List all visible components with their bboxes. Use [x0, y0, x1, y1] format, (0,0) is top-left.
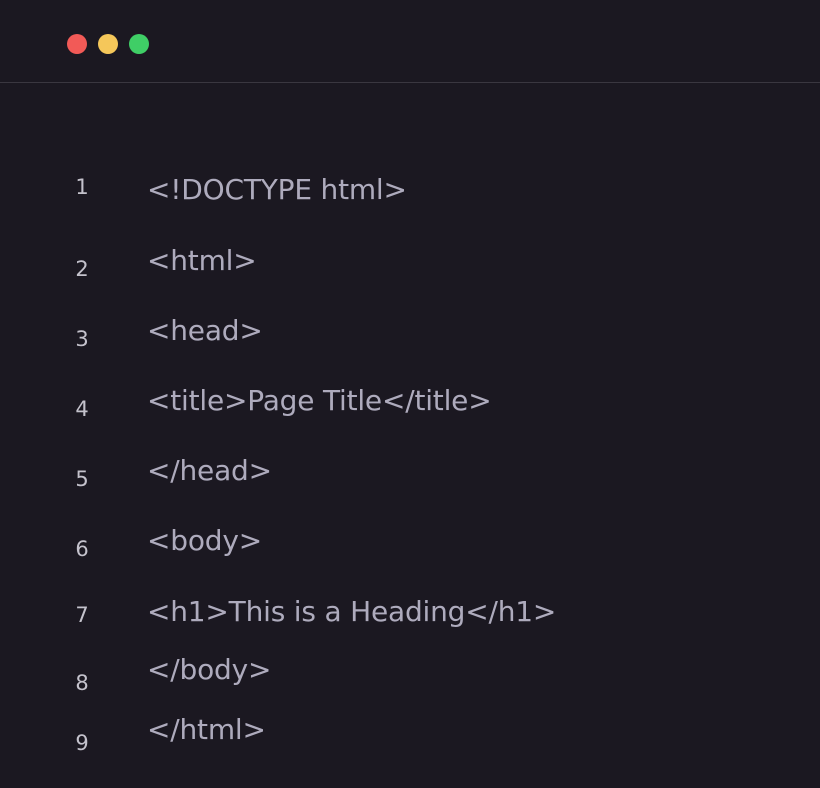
- line-number: 8: [75, 671, 89, 695]
- code-line[interactable]: <head>: [147, 314, 263, 348]
- code-line[interactable]: <h1>This is a Heading</h1>: [147, 595, 556, 629]
- line-number: 7: [75, 603, 89, 627]
- close-window-button[interactable]: [67, 34, 87, 54]
- code-line[interactable]: </head>: [147, 454, 272, 488]
- title-bar: [0, 0, 820, 83]
- minimize-window-button[interactable]: [98, 34, 118, 54]
- line-number: 9: [75, 731, 89, 755]
- line-number: 4: [75, 397, 89, 421]
- line-number: 2: [75, 257, 89, 281]
- line-number: 3: [75, 327, 89, 351]
- code-window: 1 <!DOCTYPE html> 2 <html> 3 <head> 4 <t…: [0, 0, 820, 788]
- line-number: 6: [75, 537, 89, 561]
- code-line[interactable]: </html>: [147, 713, 266, 747]
- code-line[interactable]: <html>: [147, 244, 257, 278]
- maximize-window-button[interactable]: [129, 34, 149, 54]
- code-line[interactable]: <!DOCTYPE html>: [147, 173, 407, 207]
- line-number: 1: [75, 175, 89, 199]
- code-line[interactable]: <title>Page Title</title>: [147, 384, 492, 418]
- code-line[interactable]: <body>: [147, 524, 262, 558]
- line-number: 5: [75, 467, 89, 491]
- code-line[interactable]: </body>: [147, 653, 271, 687]
